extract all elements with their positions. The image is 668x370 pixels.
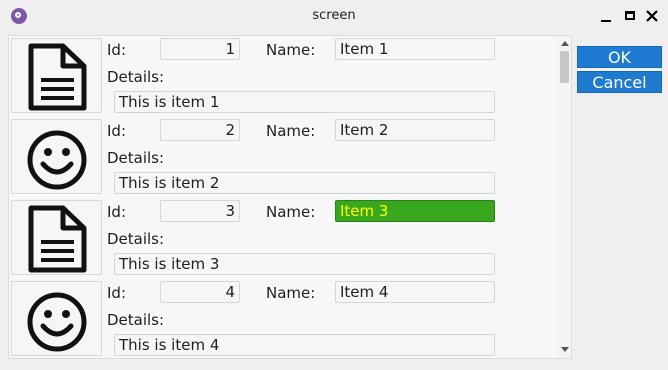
id-field[interactable]: 2 bbox=[160, 119, 240, 141]
name-label: Name: bbox=[266, 284, 316, 302]
id-label: Id: bbox=[107, 203, 126, 221]
id-field[interactable]: 3 bbox=[160, 200, 240, 222]
details-field[interactable]: This is item 2 bbox=[114, 172, 495, 194]
close-icon[interactable] bbox=[644, 8, 660, 24]
details-label: Details: bbox=[107, 68, 165, 86]
name-field[interactable]: Item 1 bbox=[335, 38, 495, 60]
id-label: Id: bbox=[107, 122, 126, 140]
minimize-icon[interactable] bbox=[598, 8, 614, 24]
title-bar: screen bbox=[0, 0, 668, 32]
vertical-scrollbar[interactable] bbox=[557, 36, 571, 358]
name-label: Name: bbox=[266, 122, 316, 140]
details-label: Details: bbox=[107, 149, 165, 167]
document-icon bbox=[11, 200, 102, 275]
details-label: Details: bbox=[107, 311, 165, 329]
smiley-icon bbox=[11, 281, 102, 356]
ok-button[interactable]: OK bbox=[577, 46, 662, 68]
id-label: Id: bbox=[107, 284, 126, 302]
document-icon bbox=[11, 38, 102, 113]
app-window: screen Id: 1 Name: Item 1 Details: This … bbox=[0, 0, 668, 370]
details-field[interactable]: This is item 4 bbox=[114, 334, 495, 356]
scrollbar-thumb[interactable] bbox=[560, 51, 569, 83]
cancel-button[interactable]: Cancel bbox=[577, 71, 662, 93]
window-title: screen bbox=[312, 8, 356, 23]
list-item: Id: 3 Name: Item 3 Details: This is item… bbox=[9, 198, 557, 278]
items-list[interactable]: Id: 1 Name: Item 1 Details: This is item… bbox=[8, 35, 572, 359]
maximize-icon[interactable] bbox=[622, 8, 638, 24]
name-field[interactable]: Item 4 bbox=[335, 281, 495, 303]
details-label: Details: bbox=[107, 230, 165, 248]
list-item: Id: 1 Name: Item 1 Details: This is item… bbox=[9, 36, 557, 116]
name-label: Name: bbox=[266, 203, 316, 221]
list-item: Id: 2 Name: Item 2 Details: This is item… bbox=[9, 117, 557, 197]
name-label: Name: bbox=[266, 41, 316, 59]
details-field[interactable]: This is item 1 bbox=[114, 91, 495, 113]
smiley-icon bbox=[11, 119, 102, 194]
name-field-highlighted[interactable]: Item 3 bbox=[335, 200, 495, 222]
details-field[interactable]: This is item 3 bbox=[114, 253, 495, 275]
scroll-up-icon[interactable] bbox=[561, 41, 569, 46]
id-label: Id: bbox=[107, 41, 126, 59]
id-field[interactable]: 4 bbox=[160, 281, 240, 303]
scroll-down-icon[interactable] bbox=[561, 347, 569, 352]
list-item: Id: 4 Name: Item 4 Details: This is item… bbox=[9, 279, 557, 358]
id-field[interactable]: 1 bbox=[160, 38, 240, 60]
name-field[interactable]: Item 2 bbox=[335, 119, 495, 141]
